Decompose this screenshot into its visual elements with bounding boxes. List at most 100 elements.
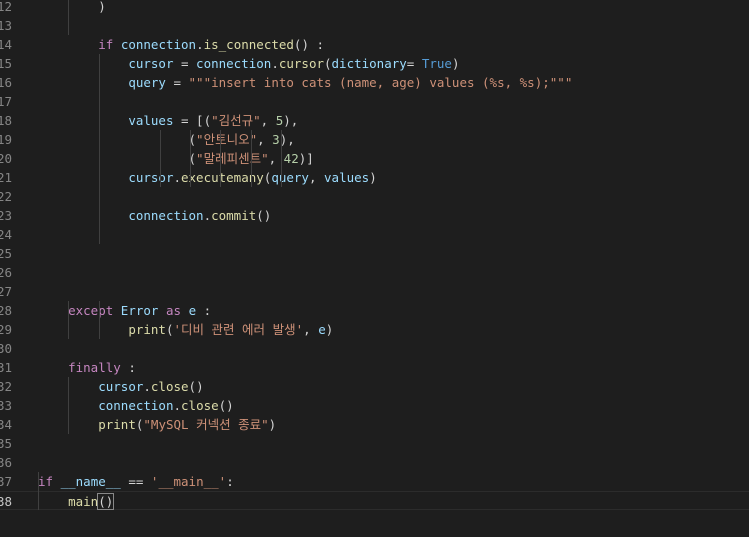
line-number: 20 [0, 151, 12, 166]
code-token: connection [98, 398, 174, 413]
code-token: ), [283, 113, 299, 128]
code-token: ) [268, 417, 277, 432]
code-line[interactable]: 18 values = [("김선규", 5), [0, 111, 749, 130]
indent-guide [68, 377, 70, 434]
code-token: ( [324, 56, 332, 71]
code-token: : [120, 360, 136, 375]
line-number: 26 [0, 265, 12, 280]
code-text: cursor.executemany(query, values) [38, 168, 376, 187]
code-line[interactable]: 14 if connection.is_connected() : [0, 35, 749, 54]
code-token: ) [38, 0, 106, 14]
code-editor[interactable]: 12 ) 13 14 if connection.is_connected() : 1… [0, 0, 749, 537]
code-line[interactable]: 30 [0, 339, 749, 358]
code-token: 3 [272, 132, 280, 147]
code-token: cursor [128, 170, 174, 185]
code-token: Error [120, 303, 159, 318]
code-line[interactable]: 20 ("말레피센트", 42)] [0, 149, 749, 168]
code-token: ) [325, 322, 334, 337]
code-token: () [97, 493, 115, 510]
line-number: 13 [0, 18, 12, 33]
code-token: == [120, 474, 151, 489]
code-token: query [271, 170, 309, 185]
code-token: except [68, 303, 114, 318]
code-token: e [188, 303, 197, 318]
code-line[interactable]: 35 [0, 434, 749, 453]
code-text: if connection.is_connected() : [38, 35, 324, 54]
line-number: 19 [0, 132, 12, 147]
indent-guide [98, 301, 100, 339]
code-line[interactable]: 33 connection.close() [0, 396, 749, 415]
code-token: ( [38, 151, 197, 166]
code-token: )] [298, 151, 314, 166]
code-token: () [188, 379, 204, 394]
code-token: = [406, 56, 422, 71]
code-token: . [143, 379, 151, 394]
code-text: cursor = connection.cursor(dictionary= T… [38, 54, 460, 73]
indent-guide [281, 130, 283, 187]
code-line[interactable]: 34 print("MySQL 커넥션 종료") [0, 415, 749, 434]
code-line[interactable]: 13 [0, 16, 749, 35]
code-token: "김선규" [211, 113, 261, 128]
indent-guide [98, 54, 100, 244]
code-line[interactable]: 19 ("안토니오", 3), [0, 130, 749, 149]
code-token: values [128, 113, 174, 128]
code-text: ("말레피센트", 42)] [38, 149, 314, 168]
line-number: 30 [0, 341, 12, 356]
line-number: 36 [0, 455, 12, 470]
code-line[interactable]: 22 [0, 187, 749, 206]
code-token: close [181, 398, 219, 413]
line-number: 32 [0, 379, 12, 394]
code-line[interactable]: 25 [0, 244, 749, 263]
code-token: connection [196, 56, 272, 71]
code-line[interactable]: 24 [0, 225, 749, 244]
code-token: ) [451, 56, 460, 71]
code-token: () [218, 398, 234, 413]
code-line[interactable]: 26 [0, 263, 749, 282]
code-line[interactable]: 29 print('디비 관련 에러 발생', e) [0, 320, 749, 339]
line-number: 24 [0, 227, 12, 242]
code-line[interactable]: 31 finally : [0, 358, 749, 377]
code-token: cursor [128, 56, 174, 71]
line-number: 38 [0, 494, 12, 509]
code-line[interactable]: 12 ) [0, 0, 749, 16]
code-token: query [128, 75, 166, 90]
code-token: close [150, 379, 189, 394]
code-text: main() [38, 492, 115, 511]
code-line[interactable]: 36 [0, 453, 749, 472]
code-text: connection.commit() [38, 206, 271, 225]
code-line[interactable]: 38 main() [0, 491, 749, 510]
code-token: cursor [98, 379, 144, 394]
code-line[interactable]: 21 cursor.executemany(query, values) [0, 168, 749, 187]
code-token: , [260, 113, 276, 128]
line-number: 35 [0, 436, 12, 451]
code-text: finally : [38, 358, 136, 377]
code-line[interactable]: 15 cursor = connection.cursor(dictionary… [0, 54, 749, 73]
line-number: 25 [0, 246, 12, 261]
code-line[interactable]: 16 query = """insert into cats (name, ag… [0, 73, 749, 92]
code-token: as [165, 303, 182, 318]
indent-guide [68, 0, 70, 35]
code-line[interactable]: 37 if __name__ == '__main__': [0, 472, 749, 491]
code-line[interactable]: 23 connection.commit() [0, 206, 749, 225]
code-line[interactable]: 17 [0, 92, 749, 111]
code-token: , [257, 132, 273, 147]
line-number: 34 [0, 417, 12, 432]
code-line[interactable]: 28 except Error as e : [0, 301, 749, 320]
code-token: finally [68, 360, 121, 375]
code-text: if __name__ == '__main__': [38, 472, 234, 491]
code-text: print("MySQL 커넥션 종료") [38, 415, 276, 434]
code-line[interactable]: 32 cursor.close() [0, 377, 749, 396]
code-token: connection [128, 208, 204, 223]
line-number: 29 [0, 322, 12, 337]
code-token: = [173, 56, 197, 71]
code-line[interactable]: 27 [0, 282, 749, 301]
code-token: if [98, 37, 114, 52]
line-number: 31 [0, 360, 12, 375]
indent-guide [68, 301, 70, 339]
